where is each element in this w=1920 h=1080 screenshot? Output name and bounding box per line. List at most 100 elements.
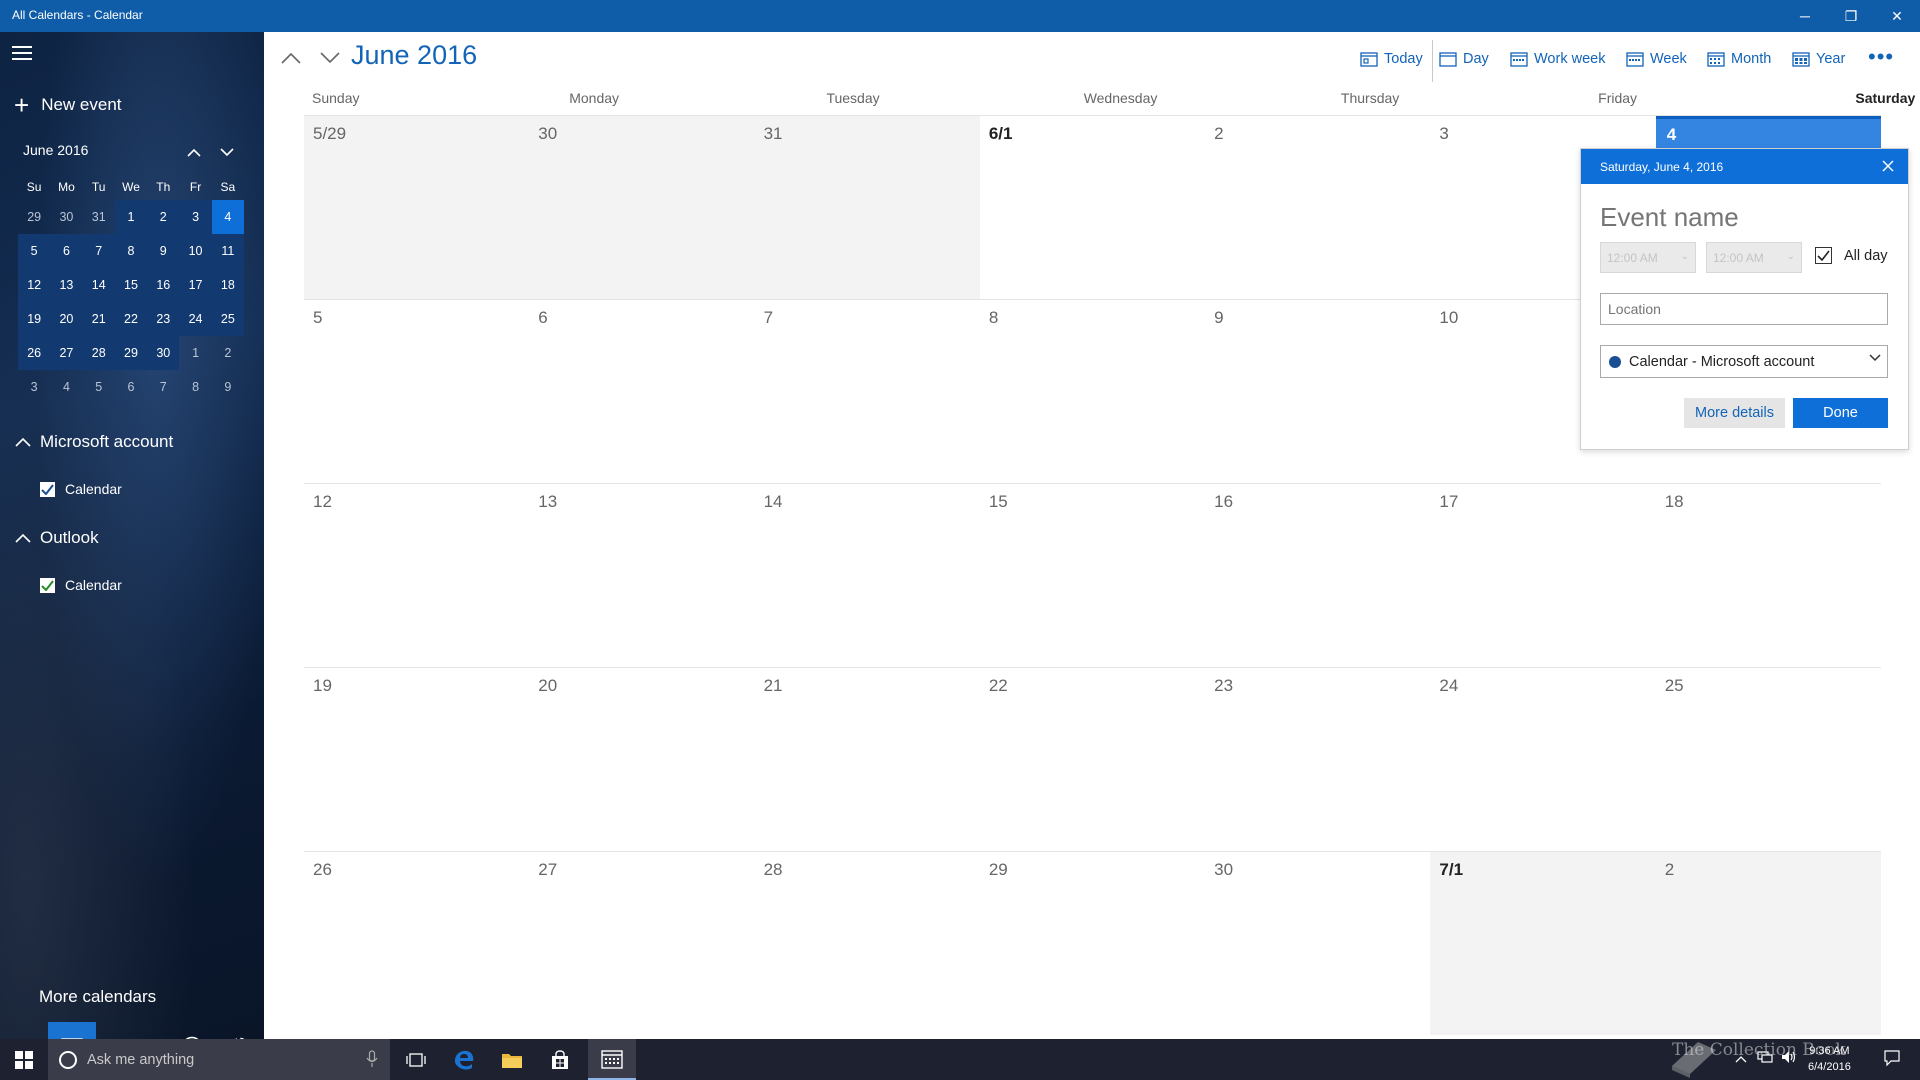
month-day-cell[interactable]: 22 <box>980 668 1205 851</box>
mini-calendar-day[interactable]: 4 <box>211 200 244 234</box>
month-day-cell[interactable]: 16 <box>1205 484 1430 667</box>
month-day-cell[interactable]: 5 <box>304 300 529 483</box>
mini-calendar-day[interactable]: 1 <box>114 200 148 234</box>
mini-calendar-day[interactable]: 15 <box>114 268 148 302</box>
view-workweek-button[interactable]: Work week <box>1510 44 1605 74</box>
month-day-cell[interactable]: 28 <box>755 852 980 1035</box>
location-input[interactable] <box>1600 293 1888 325</box>
mini-calendar-day[interactable]: 30 <box>147 336 180 370</box>
mini-calendar-day[interactable]: 24 <box>179 302 212 336</box>
mini-calendar-day[interactable]: 16 <box>147 268 180 302</box>
mini-calendar-prev-button[interactable] <box>184 142 204 162</box>
mini-calendar-day[interactable]: 3 <box>18 370 50 404</box>
feedback-button[interactable] <box>168 1022 216 1039</box>
mini-calendar-day[interactable]: 27 <box>50 336 83 370</box>
mini-calendar-day[interactable]: 8 <box>179 370 211 404</box>
month-day-cell[interactable]: 29 <box>980 852 1205 1035</box>
account-microsoft-toggle[interactable]: Microsoft account <box>14 432 173 452</box>
done-button[interactable]: Done <box>1793 398 1888 428</box>
mail-app-button[interactable] <box>0 1022 48 1039</box>
month-day-cell[interactable]: 21 <box>755 668 980 851</box>
calendar-checkbox[interactable] <box>40 577 55 593</box>
mini-calendar-day[interactable]: 2 <box>212 336 244 370</box>
mini-calendar-day[interactable]: 17 <box>179 268 212 302</box>
month-day-cell[interactable]: 8 <box>980 300 1205 483</box>
month-day-cell[interactable]: 26 <box>304 852 529 1035</box>
mini-calendar-day[interactable]: 29 <box>114 336 148 370</box>
more-options-button[interactable]: ••• <box>1868 44 1894 70</box>
mini-calendar-day[interactable]: 6 <box>50 234 83 268</box>
all-day-toggle[interactable]: All day <box>1815 247 1888 264</box>
all-day-checkbox[interactable] <box>1815 247 1832 264</box>
task-view-button[interactable] <box>392 1039 440 1080</box>
more-calendars-link[interactable]: More calendars <box>39 987 156 1007</box>
event-name-input[interactable] <box>1600 199 1890 235</box>
mini-calendar-day[interactable]: 28 <box>82 336 115 370</box>
prev-month-button[interactable] <box>275 42 307 74</box>
mini-calendar-day[interactable]: 22 <box>114 302 148 336</box>
mini-calendar-day[interactable]: 1 <box>179 336 211 370</box>
more-details-button[interactable]: More details <box>1684 398 1785 428</box>
mini-calendar-day[interactable]: 10 <box>179 234 212 268</box>
restore-button[interactable]: ❐ <box>1828 0 1874 32</box>
calendar-taskbar-button[interactable] <box>588 1039 636 1080</box>
month-day-cell[interactable]: 7/1 <box>1430 852 1656 1035</box>
month-day-cell[interactable]: 15 <box>980 484 1205 667</box>
mini-calendar-day[interactable]: 7 <box>147 370 179 404</box>
hamburger-menu-icon[interactable] <box>12 46 34 64</box>
month-day-cell[interactable]: 7 <box>755 300 980 483</box>
mini-calendar-day[interactable]: 19 <box>18 302 51 336</box>
new-event-button[interactable]: + New event <box>14 90 122 120</box>
mini-calendar-day[interactable]: 11 <box>211 234 244 268</box>
mini-calendar-day[interactable]: 14 <box>82 268 115 302</box>
minimize-button[interactable]: ─ <box>1782 0 1828 32</box>
month-day-cell[interactable]: 24 <box>1430 668 1655 851</box>
mini-calendar-day[interactable]: 21 <box>82 302 115 336</box>
month-day-cell[interactable]: 23 <box>1205 668 1430 851</box>
view-today-button[interactable]: Today <box>1360 44 1423 74</box>
store-button[interactable] <box>536 1039 584 1080</box>
month-day-cell[interactable]: 9 <box>1205 300 1430 483</box>
mini-calendar-day[interactable]: 30 <box>50 200 82 234</box>
month-day-cell[interactable]: 6/1 <box>980 116 1205 299</box>
account-outlook-toggle[interactable]: Outlook <box>14 528 99 548</box>
mini-calendar-day[interactable]: 3 <box>179 200 212 234</box>
month-day-cell[interactable]: 20 <box>529 668 754 851</box>
month-day-cell[interactable]: 30 <box>1205 852 1430 1035</box>
month-day-cell[interactable]: 2 <box>1205 116 1430 299</box>
mini-calendar-day[interactable]: 2 <box>147 200 180 234</box>
month-day-cell[interactable]: 18 <box>1656 484 1881 667</box>
view-year-button[interactable]: Year <box>1792 44 1845 74</box>
calendar-select[interactable]: Calendar - Microsoft account <box>1600 345 1888 378</box>
mini-calendar-day[interactable]: 13 <box>50 268 83 302</box>
calendar-outlook-item[interactable]: Calendar <box>40 577 122 593</box>
mini-calendar-day[interactable]: 9 <box>147 234 180 268</box>
mini-calendar-day[interactable]: 8 <box>114 234 148 268</box>
month-day-cell[interactable]: 6 <box>529 300 754 483</box>
view-day-button[interactable]: Day <box>1439 44 1489 74</box>
mini-calendar-day[interactable]: 20 <box>50 302 83 336</box>
next-month-button[interactable] <box>314 42 346 74</box>
month-day-cell[interactable]: 27 <box>529 852 754 1035</box>
settings-button[interactable] <box>216 1022 264 1039</box>
mini-calendar-next-button[interactable] <box>217 142 237 162</box>
mini-calendar-day[interactable]: 12 <box>18 268 51 302</box>
month-day-cell[interactable]: 12 <box>304 484 529 667</box>
mini-calendar-day[interactable]: 5 <box>18 234 51 268</box>
mini-calendar-day[interactable]: 29 <box>18 200 50 234</box>
month-day-cell[interactable]: 2 <box>1655 852 1881 1035</box>
month-day-cell[interactable]: 14 <box>755 484 980 667</box>
calendar-microsoft-item[interactable]: Calendar <box>40 481 122 497</box>
month-day-cell[interactable]: 31 <box>754 116 980 299</box>
calendar-checkbox[interactable] <box>40 481 55 497</box>
mini-calendar-day[interactable]: 6 <box>115 370 147 404</box>
view-month-button[interactable]: Month <box>1707 44 1771 74</box>
month-day-cell[interactable]: 13 <box>529 484 754 667</box>
mini-calendar-day[interactable]: 7 <box>82 234 115 268</box>
end-time-select[interactable]: 12:00 AM ⌄ <box>1706 242 1802 273</box>
view-week-button[interactable]: Week <box>1626 44 1687 74</box>
mini-calendar-title[interactable]: June 2016 <box>23 142 88 158</box>
month-day-cell[interactable]: 30 <box>529 116 755 299</box>
mini-calendar-day[interactable]: 26 <box>18 336 51 370</box>
taskbar-search-box[interactable]: Ask me anything <box>48 1039 390 1080</box>
